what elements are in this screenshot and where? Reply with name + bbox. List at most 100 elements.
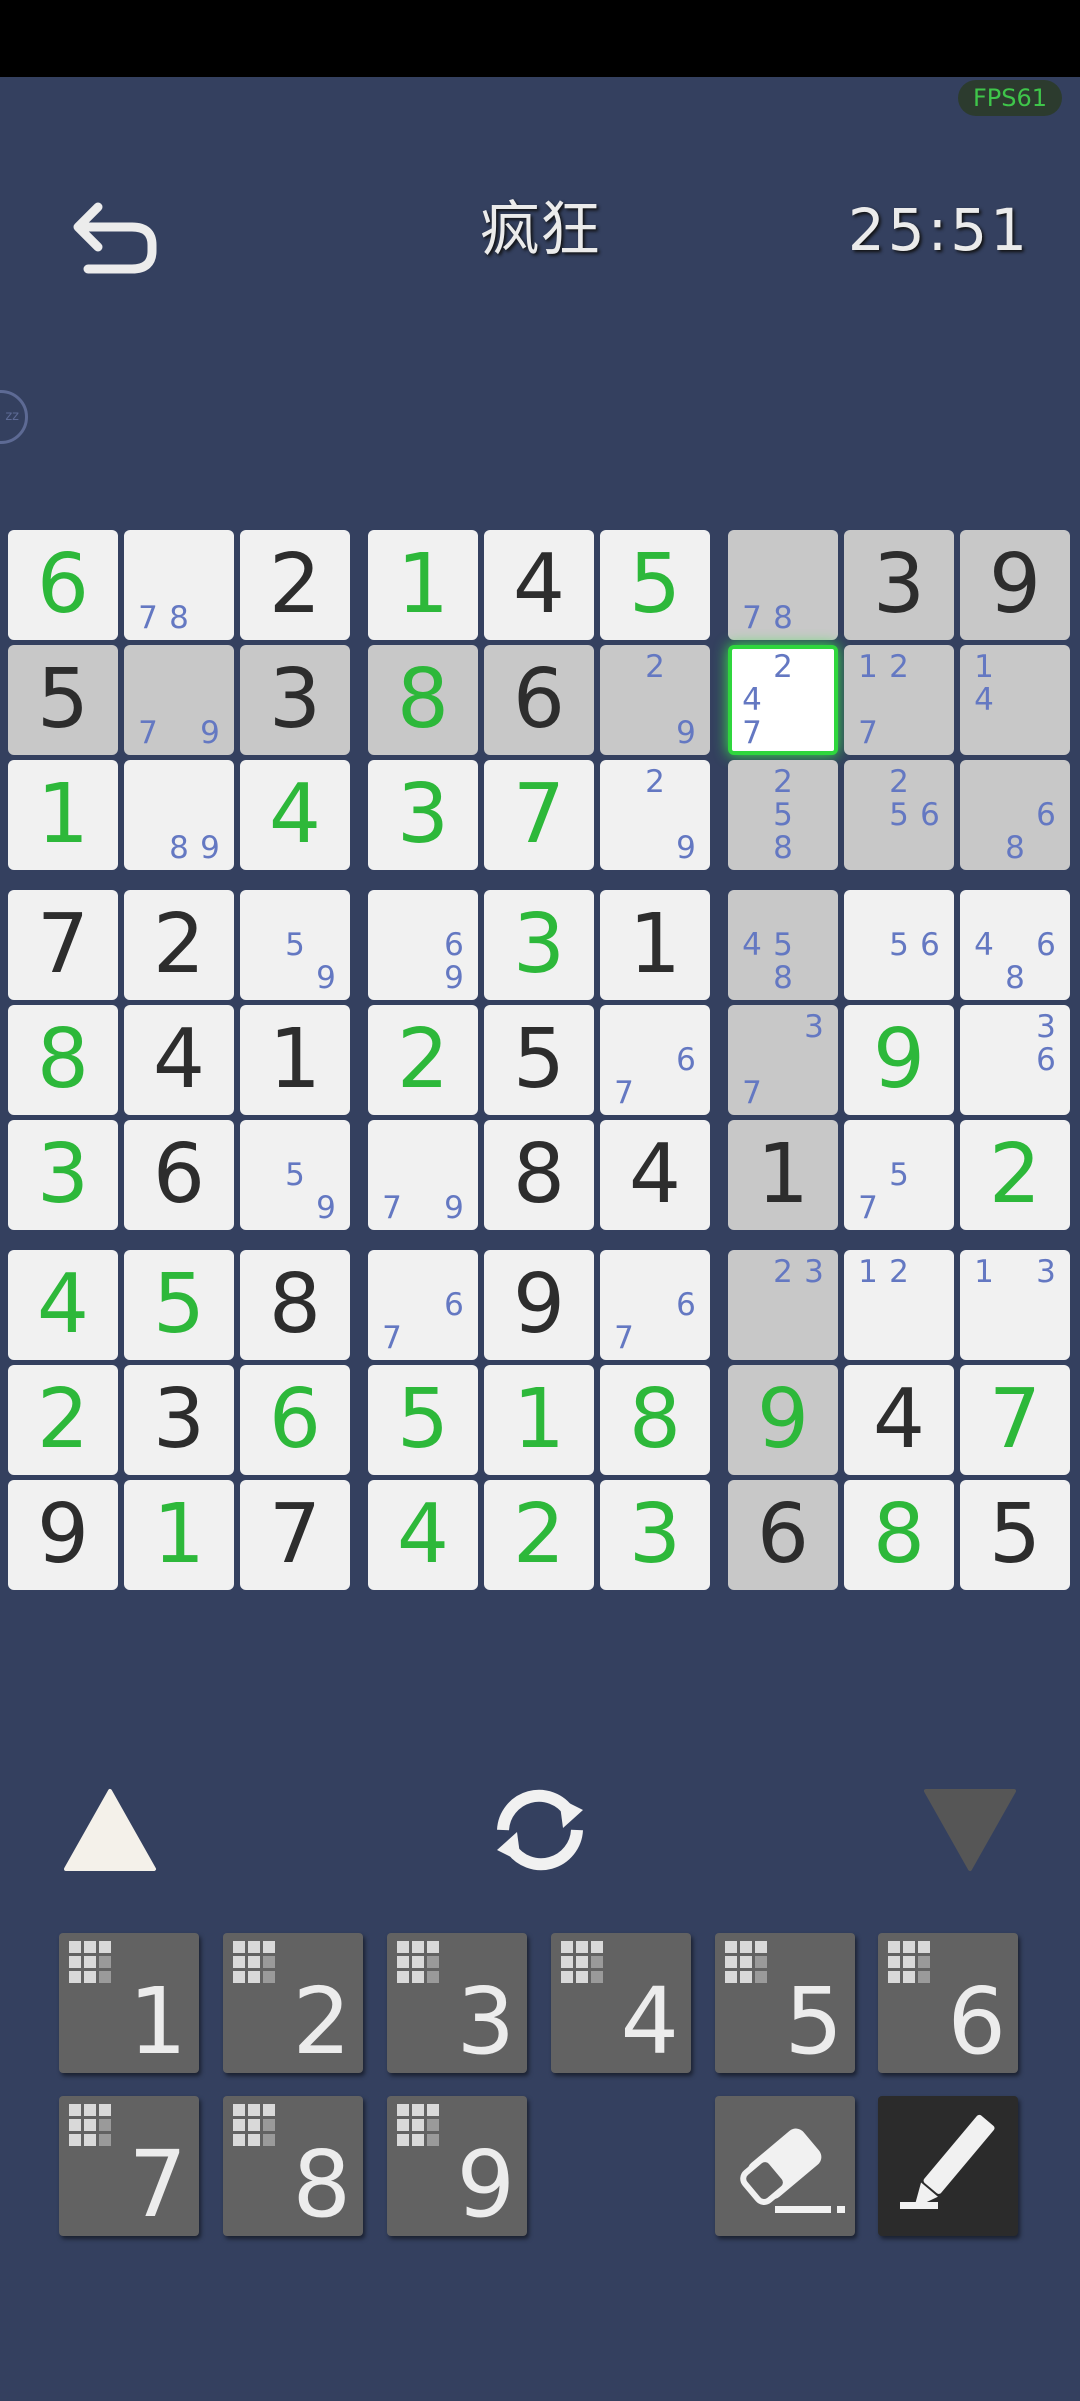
number-button-1[interactable]: 1: [59, 1933, 199, 2075]
sudoku-cell[interactable]: 258: [728, 760, 838, 870]
sudoku-cell[interactable]: 3: [124, 1365, 234, 1475]
sudoku-cell[interactable]: 1: [600, 890, 710, 1000]
number-button-9[interactable]: 9: [387, 2096, 527, 2238]
sudoku-cell[interactable]: 458: [728, 890, 838, 1000]
sudoku-cell[interactable]: 1: [484, 1365, 594, 1475]
sudoku-cell[interactable]: 8: [844, 1480, 954, 1590]
sudoku-cell[interactable]: 7: [960, 1365, 1070, 1475]
sudoku-cell[interactable]: 5: [484, 1005, 594, 1115]
sudoku-cell[interactable]: 6: [484, 645, 594, 755]
sudoku-cell[interactable]: 2: [240, 530, 350, 640]
sudoku-cell[interactable]: 78: [728, 530, 838, 640]
sudoku-cell[interactable]: 9: [728, 1365, 838, 1475]
sudoku-cell[interactable]: 29: [600, 760, 710, 870]
sudoku-cell[interactable]: 5: [600, 530, 710, 640]
sudoku-cell[interactable]: 4: [484, 530, 594, 640]
cell-value: 6: [756, 1487, 810, 1582]
sudoku-cell[interactable]: 3: [600, 1480, 710, 1590]
sudoku-cell[interactable]: 7: [484, 760, 594, 870]
sudoku-cell[interactable]: 37: [728, 1005, 838, 1115]
sudoku-cell[interactable]: 3: [240, 645, 350, 755]
sudoku-cell[interactable]: 78: [124, 530, 234, 640]
sudoku-cell[interactable]: 1: [728, 1120, 838, 1230]
down-button[interactable]: [920, 1785, 1020, 1879]
sudoku-cell[interactable]: 79: [124, 645, 234, 755]
sudoku-cell[interactable]: 7: [8, 890, 118, 1000]
sudoku-cell[interactable]: 29: [600, 645, 710, 755]
number-button-8[interactable]: 8: [223, 2096, 363, 2238]
sudoku-cell[interactable]: 2: [8, 1365, 118, 1475]
sudoku-cell[interactable]: 3: [844, 530, 954, 640]
sudoku-cell[interactable]: 67: [600, 1005, 710, 1115]
sudoku-cell[interactable]: 4: [368, 1480, 478, 1590]
sudoku-cell[interactable]: 4: [240, 760, 350, 870]
sudoku-cell[interactable]: 2: [960, 1120, 1070, 1230]
sudoku-cell[interactable]: 6: [240, 1365, 350, 1475]
number-button-label: 8: [292, 2131, 351, 2238]
sudoku-cell[interactable]: 6: [8, 530, 118, 640]
sudoku-cell[interactable]: 67: [600, 1250, 710, 1360]
pencil-button[interactable]: [878, 2096, 1018, 2236]
sudoku-cell[interactable]: 69: [368, 890, 478, 1000]
sudoku-cell[interactable]: 5: [368, 1365, 478, 1475]
sudoku-cell[interactable]: 2: [368, 1005, 478, 1115]
sudoku-cell[interactable]: 4: [124, 1005, 234, 1115]
sudoku-cell[interactable]: 79: [368, 1120, 478, 1230]
sudoku-cell[interactable]: 57: [844, 1120, 954, 1230]
sudoku-cell[interactable]: 8: [368, 645, 478, 755]
sudoku-cell[interactable]: 1: [8, 760, 118, 870]
sudoku-cell[interactable]: 6: [124, 1120, 234, 1230]
number-button-3[interactable]: 3: [387, 1933, 527, 2075]
sudoku-cell[interactable]: 59: [240, 1120, 350, 1230]
sudoku-cell[interactable]: 8: [484, 1120, 594, 1230]
sudoku-cell[interactable]: 8: [8, 1005, 118, 1115]
sudoku-cell[interactable]: 13: [960, 1250, 1070, 1360]
back-button[interactable]: [70, 195, 170, 285]
sudoku-cell[interactable]: 4: [8, 1250, 118, 1360]
sudoku-cell[interactable]: 127: [844, 645, 954, 755]
sudoku-cell[interactable]: 4 68: [960, 890, 1070, 1000]
sudoku-cell[interactable]: 9: [8, 1480, 118, 1590]
sudoku-cell[interactable]: 4: [844, 1365, 954, 1475]
sudoku-cell[interactable]: 6: [728, 1480, 838, 1590]
sudoku-cell[interactable]: 2: [124, 890, 234, 1000]
sudoku-cell[interactable]: 56: [844, 890, 954, 1000]
sudoku-cell[interactable]: 3: [8, 1120, 118, 1230]
sudoku-cell[interactable]: 14: [960, 645, 1070, 755]
sudoku-cell[interactable]: 67: [368, 1250, 478, 1360]
up-button[interactable]: [60, 1785, 160, 1879]
sudoku-cell[interactable]: 59: [240, 890, 350, 1000]
sudoku-cell[interactable]: 4: [600, 1120, 710, 1230]
sudoku-cell[interactable]: 12: [844, 1250, 954, 1360]
sudoku-cell[interactable]: 8: [600, 1365, 710, 1475]
cell-value: 9: [872, 1012, 926, 1107]
cycle-button[interactable]: [485, 1780, 595, 1884]
sudoku-cell[interactable]: 9: [960, 530, 1070, 640]
sudoku-cell[interactable]: 23: [728, 1250, 838, 1360]
sudoku-cell[interactable]: 247: [728, 645, 838, 755]
number-button-6[interactable]: 6: [878, 1933, 1018, 2075]
sudoku-cell[interactable]: 9: [844, 1005, 954, 1115]
sudoku-cell[interactable]: 1: [368, 530, 478, 640]
sudoku-cell[interactable]: 2: [484, 1480, 594, 1590]
sudoku-cell[interactable]: 36: [960, 1005, 1070, 1115]
sudoku-cell[interactable]: 5: [8, 645, 118, 755]
sudoku-cell[interactable]: 1: [124, 1480, 234, 1590]
number-button-2[interactable]: 2: [223, 1933, 363, 2075]
sudoku-cell[interactable]: 5: [124, 1250, 234, 1360]
sudoku-cell[interactable]: 89: [124, 760, 234, 870]
sudoku-cell[interactable]: 3: [368, 760, 478, 870]
side-pause-button[interactable]: zz: [0, 390, 28, 444]
number-button-5[interactable]: 5: [715, 1933, 855, 2075]
sudoku-cell[interactable]: 7: [240, 1480, 350, 1590]
sudoku-cell[interactable]: 68: [960, 760, 1070, 870]
sudoku-cell[interactable]: 8: [240, 1250, 350, 1360]
number-button-7[interactable]: 7: [59, 2096, 199, 2238]
sudoku-cell[interactable]: 5: [960, 1480, 1070, 1590]
sudoku-cell[interactable]: 3: [484, 890, 594, 1000]
sudoku-cell[interactable]: 9: [484, 1250, 594, 1360]
eraser-button[interactable]: [715, 2096, 855, 2236]
sudoku-cell[interactable]: 256: [844, 760, 954, 870]
sudoku-cell[interactable]: 1: [240, 1005, 350, 1115]
number-button-4[interactable]: 4: [551, 1933, 691, 2075]
